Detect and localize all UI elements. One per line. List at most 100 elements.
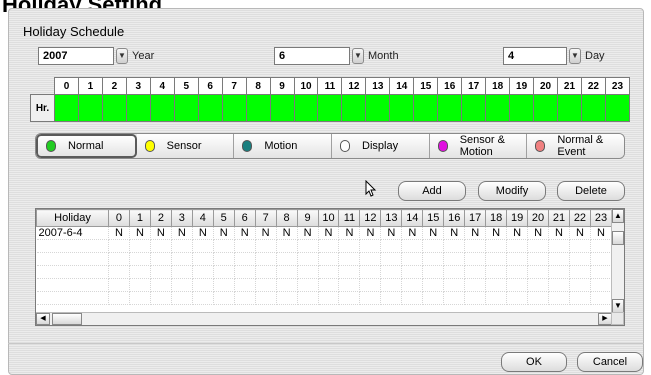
hour-cell[interactable] <box>604 94 631 122</box>
hour-cell[interactable] <box>413 94 439 122</box>
hour-cell[interactable] <box>485 94 511 122</box>
legend-item-sensor-motion[interactable]: Sensor & Motion <box>429 134 528 158</box>
schedule-value <box>380 278 403 292</box>
hour-cell[interactable] <box>509 94 535 122</box>
holiday-column-header[interactable]: Holiday <box>36 209 109 227</box>
day-field[interactable]: 4 <box>503 47 567 65</box>
schedule-value <box>359 291 382 305</box>
hour-cell[interactable] <box>269 94 295 122</box>
table-row[interactable] <box>36 265 613 279</box>
schedule-value: N <box>443 226 466 240</box>
chevron-down-icon[interactable]: ▼ <box>352 48 364 64</box>
hour-column-header[interactable]: 17 <box>464 209 487 227</box>
hour-cell[interactable] <box>317 94 343 122</box>
hour-cell[interactable] <box>197 94 223 122</box>
holiday-list[interactable]: Holiday 0 1 2 3 4 5 6 7 8 9 10 11 12 13 14 15 16 17 18 19 20 2… <box>35 208 625 326</box>
hour-column-header[interactable]: 20 <box>527 209 550 227</box>
table-row[interactable] <box>36 291 613 305</box>
table-row[interactable]: 2007-6-4 N N N N N N N N N N N N N N N N N N N N N N N N <box>36 226 613 240</box>
hour-column-header[interactable]: 4 <box>191 209 214 227</box>
schedule-value <box>108 265 130 279</box>
year-field[interactable]: 2007 <box>38 47 114 65</box>
hour-column-header[interactable]: 22 <box>568 209 591 227</box>
schedule-value <box>464 278 487 292</box>
hour-column-header[interactable]: 2 <box>149 209 172 227</box>
vertical-scrollbar[interactable]: ▲ ▼ <box>611 209 624 313</box>
chevron-down-icon[interactable]: ▼ <box>569 48 581 64</box>
legend-item-sensor[interactable]: Sensor <box>136 134 235 158</box>
hour-column-header[interactable]: 3 <box>170 209 193 227</box>
add-button[interactable]: Add <box>398 181 466 201</box>
schedule-value: N <box>192 226 214 240</box>
schedule-value: N <box>422 226 445 240</box>
hour-column-header[interactable]: 7 <box>254 209 277 227</box>
year-select[interactable]: 2007 ▼ Year <box>38 47 154 65</box>
table-row[interactable] <box>36 239 613 253</box>
hour-column-header[interactable]: 10 <box>317 209 340 227</box>
hour-column-header[interactable]: 9 <box>296 209 319 227</box>
hour-cell[interactable] <box>149 94 175 122</box>
legend-item-motion[interactable]: Motion <box>234 134 333 158</box>
hour-column-header[interactable]: 5 <box>212 209 235 227</box>
hour-column-header[interactable]: 19 <box>506 209 529 227</box>
hour-column-header[interactable]: 23 <box>589 209 613 227</box>
schedule-value <box>590 291 613 305</box>
hour-column-header[interactable]: 11 <box>338 209 361 227</box>
hour-cell[interactable] <box>101 94 127 122</box>
hour-cell[interactable] <box>389 94 415 122</box>
horizontal-scrollbar[interactable]: ◀ ▶ <box>36 312 613 325</box>
table-row[interactable] <box>36 252 613 266</box>
day-select[interactable]: 4 ▼ Day <box>503 47 605 65</box>
chevron-down-icon[interactable]: ▼ <box>116 48 128 64</box>
month-select[interactable]: 6 ▼ Month <box>274 47 399 65</box>
hour-cell[interactable] <box>437 94 463 122</box>
hour-cell[interactable] <box>221 94 247 122</box>
hour-column-header[interactable]: 6 <box>233 209 256 227</box>
ok-button[interactable]: OK <box>501 352 567 372</box>
schedule-value <box>485 239 508 253</box>
scroll-thumb[interactable] <box>612 231 624 245</box>
hour-cell[interactable] <box>245 94 271 122</box>
hour-header: 22 <box>580 77 606 95</box>
cancel-button[interactable]: Cancel <box>577 352 643 372</box>
legend-item-normal[interactable]: Normal <box>36 134 137 158</box>
hour-column-header[interactable]: 8 <box>275 209 298 227</box>
hour-cell[interactable] <box>461 94 487 122</box>
legend-item-display[interactable]: Display <box>332 134 430 158</box>
hour-column-header[interactable]: 16 <box>443 209 466 227</box>
modify-button[interactable]: Modify <box>478 181 546 201</box>
hour-cell[interactable] <box>173 94 199 122</box>
delete-button[interactable]: Delete <box>557 181 625 201</box>
hour-cell[interactable] <box>54 94 79 122</box>
hour-cell[interactable] <box>293 94 319 122</box>
color-swatch-icon <box>242 140 253 152</box>
hour-column-header[interactable]: 21 <box>548 209 570 227</box>
hour-header: 3 <box>125 77 151 95</box>
hour-column-header[interactable]: 13 <box>380 209 403 227</box>
chevron-right-icon[interactable]: ▶ <box>598 313 612 325</box>
chevron-down-icon[interactable]: ▼ <box>612 299 624 313</box>
schedule-value <box>108 278 130 292</box>
hour-cell[interactable] <box>77 94 103 122</box>
hour-cell[interactable] <box>557 94 582 122</box>
hour-column-header[interactable]: 12 <box>359 209 382 227</box>
table-row[interactable] <box>36 278 613 292</box>
hour-column-header[interactable]: 1 <box>128 209 151 227</box>
schedule-value <box>234 265 256 279</box>
month-field[interactable]: 6 <box>274 47 350 65</box>
hour-cell[interactable] <box>341 94 367 122</box>
hour-cell[interactable] <box>125 94 151 122</box>
chevron-left-icon[interactable]: ◀ <box>36 313 50 325</box>
hour-column-header[interactable]: 15 <box>422 209 445 227</box>
hour-cell[interactable] <box>533 94 559 122</box>
hour-column-header[interactable]: 14 <box>401 209 424 227</box>
hour-header: 2 <box>101 77 127 95</box>
hour-column-header[interactable]: 18 <box>485 209 508 227</box>
legend-item-normal-event[interactable]: Normal & Event <box>527 134 624 158</box>
legend-label: Motion <box>264 140 298 152</box>
scroll-thumb-horizontal[interactable] <box>52 313 82 325</box>
hour-cell[interactable] <box>580 94 606 122</box>
hour-column-header[interactable]: 0 <box>108 209 130 227</box>
chevron-up-icon[interactable]: ▲ <box>612 209 624 223</box>
hour-cell[interactable] <box>365 94 391 122</box>
